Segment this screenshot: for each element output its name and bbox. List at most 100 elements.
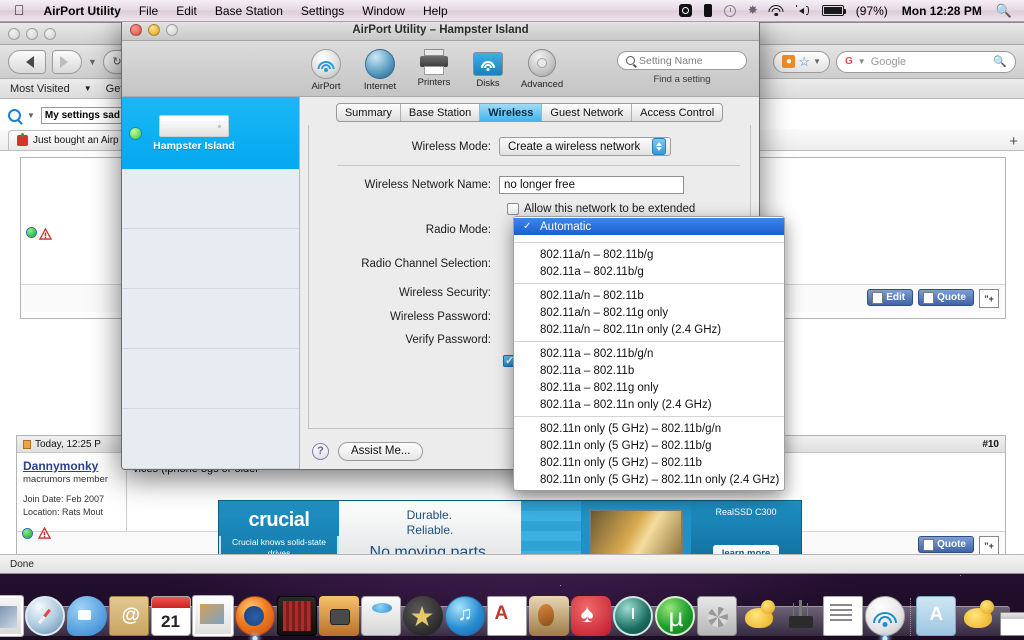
settings-tabs[interactable]: Summary Base Station Wireless Guest Netw… [335, 103, 724, 122]
google-search-field[interactable]: G ▼ Google 🔍 [836, 50, 1016, 73]
tab-summary[interactable]: Summary [337, 104, 401, 121]
menu-item[interactable]: 802.11n only (5 GHz) – 802.11b/g [514, 437, 784, 454]
help-button[interactable]: ? [312, 442, 329, 460]
bookmark-star-icon[interactable]: ☆ [798, 54, 810, 70]
search-icon[interactable]: 🔍 [993, 55, 1007, 68]
apple-logo-icon[interactable]:  [6, 3, 35, 19]
menu-item[interactable]: 802.11a/n – 802.11b [514, 287, 784, 304]
menu-item[interactable]: 802.11a – 802.11n only (2.4 GHz) [514, 396, 784, 413]
tab-guest-network[interactable]: Guest Network [542, 104, 633, 121]
dock-item-firefox[interactable] [234, 596, 275, 640]
back-button[interactable] [8, 49, 46, 74]
chevron-down-icon[interactable]: ▼ [813, 57, 821, 66]
setting-search-input[interactable]: Setting Name [639, 55, 703, 67]
tab-access-control[interactable]: Access Control [632, 104, 722, 121]
phone-icon[interactable] [698, 4, 718, 17]
bluetooth-icon[interactable]: ✸ [742, 4, 763, 17]
minimize-button[interactable] [26, 27, 38, 40]
dock-item-ical[interactable]: 21 [150, 596, 191, 636]
dock-item-cyberduck-downloads[interactable] [958, 596, 998, 636]
tab-wireless[interactable]: Wireless [480, 104, 543, 121]
dock-item-preview[interactable] [0, 596, 23, 636]
battery-percent[interactable]: (97%) [850, 0, 894, 22]
dock-item-itunes[interactable] [444, 596, 485, 636]
menu-edit[interactable]: Edit [167, 0, 206, 22]
quote-button[interactable]: Quote [918, 536, 974, 553]
dock-item-airport-utility[interactable] [864, 596, 905, 640]
chevron-down-icon[interactable]: ▼ [858, 57, 866, 66]
system-menu-bar[interactable]:  AirPort Utility File Edit Base Station… [0, 0, 1024, 22]
menu-item[interactable]: 802.11a/n – 802.11g only [514, 304, 784, 321]
menu-settings[interactable]: Settings [292, 0, 353, 22]
toolbar-item-printers[interactable]: Printers [408, 46, 460, 92]
dock-item-imovie[interactable] [402, 596, 443, 636]
rss-icon[interactable]: ● [782, 55, 796, 68]
forward-button[interactable] [52, 49, 82, 74]
post-number[interactable]: #10 [982, 439, 999, 450]
dock-item-ichat[interactable] [66, 596, 107, 636]
menu-airport-utility[interactable]: AirPort Utility [35, 0, 130, 22]
dock-item-address-book[interactable] [108, 596, 149, 636]
tab-base-station[interactable]: Base Station [401, 104, 481, 121]
allow-extend-row[interactable]: Allow this network to be extended [507, 203, 740, 215]
menu-item[interactable]: 802.11a – 802.11g only [514, 379, 784, 396]
dock-item-iphoto[interactable] [192, 596, 233, 636]
spotlight-search-icon[interactable]: 🔍 [990, 0, 1018, 22]
dock-item-textedit[interactable] [822, 596, 863, 636]
google-search-input[interactable]: Google [871, 56, 989, 68]
airport-toolbar[interactable]: AirPort Internet Printers Disks Advanced… [122, 41, 759, 97]
menu-item[interactable]: 802.11a – 802.11b/g [514, 263, 784, 280]
dock-item-toast[interactable] [360, 596, 401, 636]
menu-item[interactable]: 802.11a/n – 802.11n only (2.4 GHz) [514, 321, 784, 338]
dock-item-utorrent[interactable] [654, 596, 695, 636]
menu-item[interactable]: 802.11a – 802.11b/g/n [514, 345, 784, 362]
dock-item-garageband[interactable] [528, 596, 569, 636]
skype-icon[interactable] [673, 4, 698, 17]
dock-item-system-preferences[interactable] [696, 596, 737, 636]
dock-item-minimized-window[interactable] [999, 612, 1024, 636]
menu-item[interactable]: 802.11n only (5 GHz) – 802.11b [514, 454, 784, 471]
menu-window[interactable]: Window [353, 0, 414, 22]
wireless-mode-select[interactable]: Create a wireless network [499, 137, 671, 156]
menu-item[interactable]: 802.11n only (5 GHz) – 802.11b/g/n [514, 420, 784, 437]
ad-learn-more-button[interactable]: learn more [712, 545, 780, 554]
bookmark-most-visited[interactable]: Most Visited [10, 83, 70, 95]
edit-button[interactable]: Edit [867, 289, 914, 306]
dock-item-appleworks[interactable] [486, 596, 527, 636]
airport-titlebar[interactable]: AirPort Utility – Hampster Island [122, 19, 759, 41]
author-name[interactable]: Dannymonky [23, 459, 120, 473]
menu-file[interactable]: File [130, 0, 167, 22]
report-post-icon[interactable] [38, 227, 52, 241]
menu-item[interactable]: 802.11n only (5 GHz) – 802.11n only (2.4… [514, 471, 784, 488]
ad-cta-block[interactable]: RealSSD C300 learn more [691, 501, 801, 554]
wifi-icon[interactable] [763, 5, 790, 16]
close-button[interactable] [8, 27, 20, 40]
battery-icon[interactable] [816, 5, 850, 16]
menu-base-station[interactable]: Base Station [206, 0, 292, 22]
setting-search-block[interactable]: Setting Name Find a setting [617, 51, 747, 85]
menubar-clock[interactable]: Mon 12:28 PM [894, 4, 990, 18]
chevron-updown-icon[interactable] [652, 138, 666, 155]
toolbar-item-disks[interactable]: Disks [462, 46, 514, 92]
dock-item-xcode[interactable] [781, 596, 821, 636]
dock-item-safari[interactable] [24, 596, 65, 636]
dock-item-front-row[interactable] [276, 596, 317, 636]
setting-search-field[interactable]: Setting Name [617, 51, 747, 70]
toolbar-item-internet[interactable]: Internet [354, 46, 406, 92]
chevron-down-icon[interactable]: ▼ [27, 111, 35, 120]
clock-icon[interactable] [718, 4, 742, 17]
sidebar-item-hampster-island[interactable]: Hampster Island [122, 97, 299, 169]
multiquote-button[interactable]: ”+ [979, 289, 999, 308]
menu-item[interactable]: 802.11a/n – 802.11b/g [514, 246, 784, 263]
multiquote-button[interactable]: ”+ [979, 536, 999, 554]
dock[interactable]: 21 [0, 574, 1024, 640]
radio-mode-menu[interactable]: ✓ Automatic 802.11a/n – 802.11b/g 802.11… [513, 216, 785, 491]
zoom-button[interactable] [44, 27, 56, 40]
dock-item-applications-folder[interactable] [915, 596, 956, 636]
menu-item[interactable]: 802.11a – 802.11b [514, 362, 784, 379]
quote-button[interactable]: Quote [918, 289, 974, 306]
network-name-input[interactable]: no longer free [499, 176, 684, 194]
menu-help[interactable]: Help [414, 0, 457, 22]
report-post-icon[interactable] [38, 527, 51, 539]
assist-me-button[interactable]: Assist Me... [338, 441, 424, 461]
